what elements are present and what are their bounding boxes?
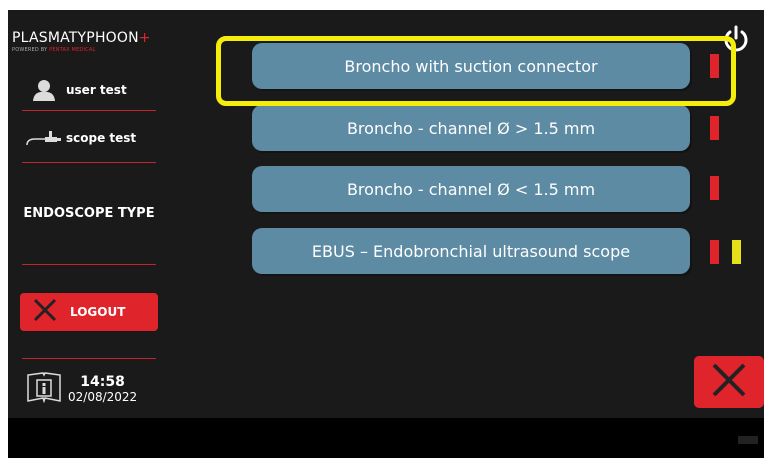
device-screen: PLASMATYPHOON+ POWERED BY PENTAX MEDICAL… [8, 10, 764, 458]
scope-label: scope test [66, 131, 137, 145]
selection-highlight [216, 36, 736, 106]
user-row[interactable]: user test [22, 75, 156, 105]
endoscope-type-title: ENDOSCOPE TYPE [23, 206, 155, 221]
close-icon [709, 360, 749, 404]
divider [22, 110, 156, 111]
logo-plus: + [138, 30, 151, 46]
indicator-red [710, 116, 719, 140]
clock-date: 02/08/2022 [68, 390, 138, 404]
divider [22, 358, 156, 359]
divider [22, 162, 156, 163]
indicator-red [710, 176, 719, 200]
logo-main: PLASMATYPHOON [12, 30, 139, 46]
logout-label: LOGOUT [70, 305, 126, 319]
logo-sub-prefix: POWERED BY [12, 47, 48, 53]
close-button[interactable] [694, 356, 764, 408]
user-icon [22, 79, 66, 101]
close-icon [20, 297, 70, 328]
bottom-bar [8, 418, 764, 458]
scope-row[interactable]: scope test [22, 123, 156, 153]
logout-button[interactable]: LOGOUT [20, 293, 158, 331]
option-ebus[interactable]: EBUS – Endobronchial ultrasound scope [252, 228, 690, 274]
scope-icon [22, 128, 66, 148]
info-clock: 14:58 02/08/2022 [26, 371, 137, 407]
option-broncho-channel-gt[interactable]: Broncho - channel Ø > 1.5 mm [252, 105, 690, 151]
app-logo: PLASMATYPHOON+ [12, 30, 151, 46]
clock-time: 14:58 [80, 374, 125, 390]
indicator-yellow [732, 240, 741, 264]
logo-sub-brand: PENTAX MEDICAL [49, 47, 96, 53]
clock: 14:58 02/08/2022 [68, 374, 137, 404]
indicator-red [710, 240, 719, 264]
corner-mark [738, 436, 758, 444]
info-book-icon[interactable] [26, 371, 62, 407]
user-label: user test [66, 83, 127, 97]
divider [22, 264, 156, 265]
option-broncho-channel-lt[interactable]: Broncho - channel Ø < 1.5 mm [252, 166, 690, 212]
logo-subtitle: POWERED BY PENTAX MEDICAL [12, 47, 95, 53]
